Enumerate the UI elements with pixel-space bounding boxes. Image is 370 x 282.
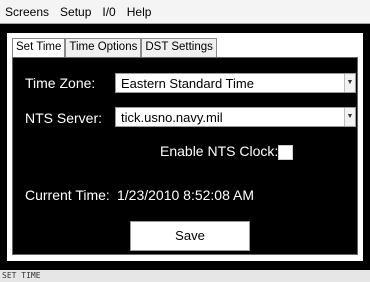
set-time-panel: Time Zone: Eastern Standard Time ▼ NTS S… [12,57,358,255]
menu-setup[interactable]: Setup [60,5,91,19]
tab-strip: Set Time Time Options DST Settings [12,38,217,58]
current-time-value: 1/23/2010 8:52:08 AM [117,187,254,203]
dropdown-arrow-icon[interactable]: ▼ [344,74,355,92]
tab-dst-settings[interactable]: DST Settings [141,38,217,57]
time-zone-value: Eastern Standard Time [121,76,254,91]
time-zone-label: Time Zone: [25,75,96,91]
nts-server-field[interactable]: tick.usno.navy.mil ▼ [115,107,356,127]
menu-bar: Screens Setup I/0 Help [0,0,370,24]
time-zone-select[interactable]: Eastern Standard Time ▼ [115,73,356,93]
save-button[interactable]: Save [130,221,250,251]
enable-nts-checkbox[interactable] [278,145,293,160]
tab-time-options[interactable]: Time Options [65,38,142,57]
tab-set-time[interactable]: Set Time [12,38,66,58]
menu-io[interactable]: I/0 [102,5,115,19]
nts-server-value: tick.usno.navy.mil [121,110,223,125]
status-bar: SET TIME [0,270,370,282]
menu-help[interactable]: Help [127,5,152,19]
menu-screens[interactable]: Screens [5,5,49,19]
enable-nts-label: Enable NTS Clock: [160,143,279,159]
dropdown-arrow-icon[interactable]: ▼ [344,108,355,126]
nts-server-label: NTS Server: [25,110,103,126]
current-time-label: Current Time: [25,187,110,203]
